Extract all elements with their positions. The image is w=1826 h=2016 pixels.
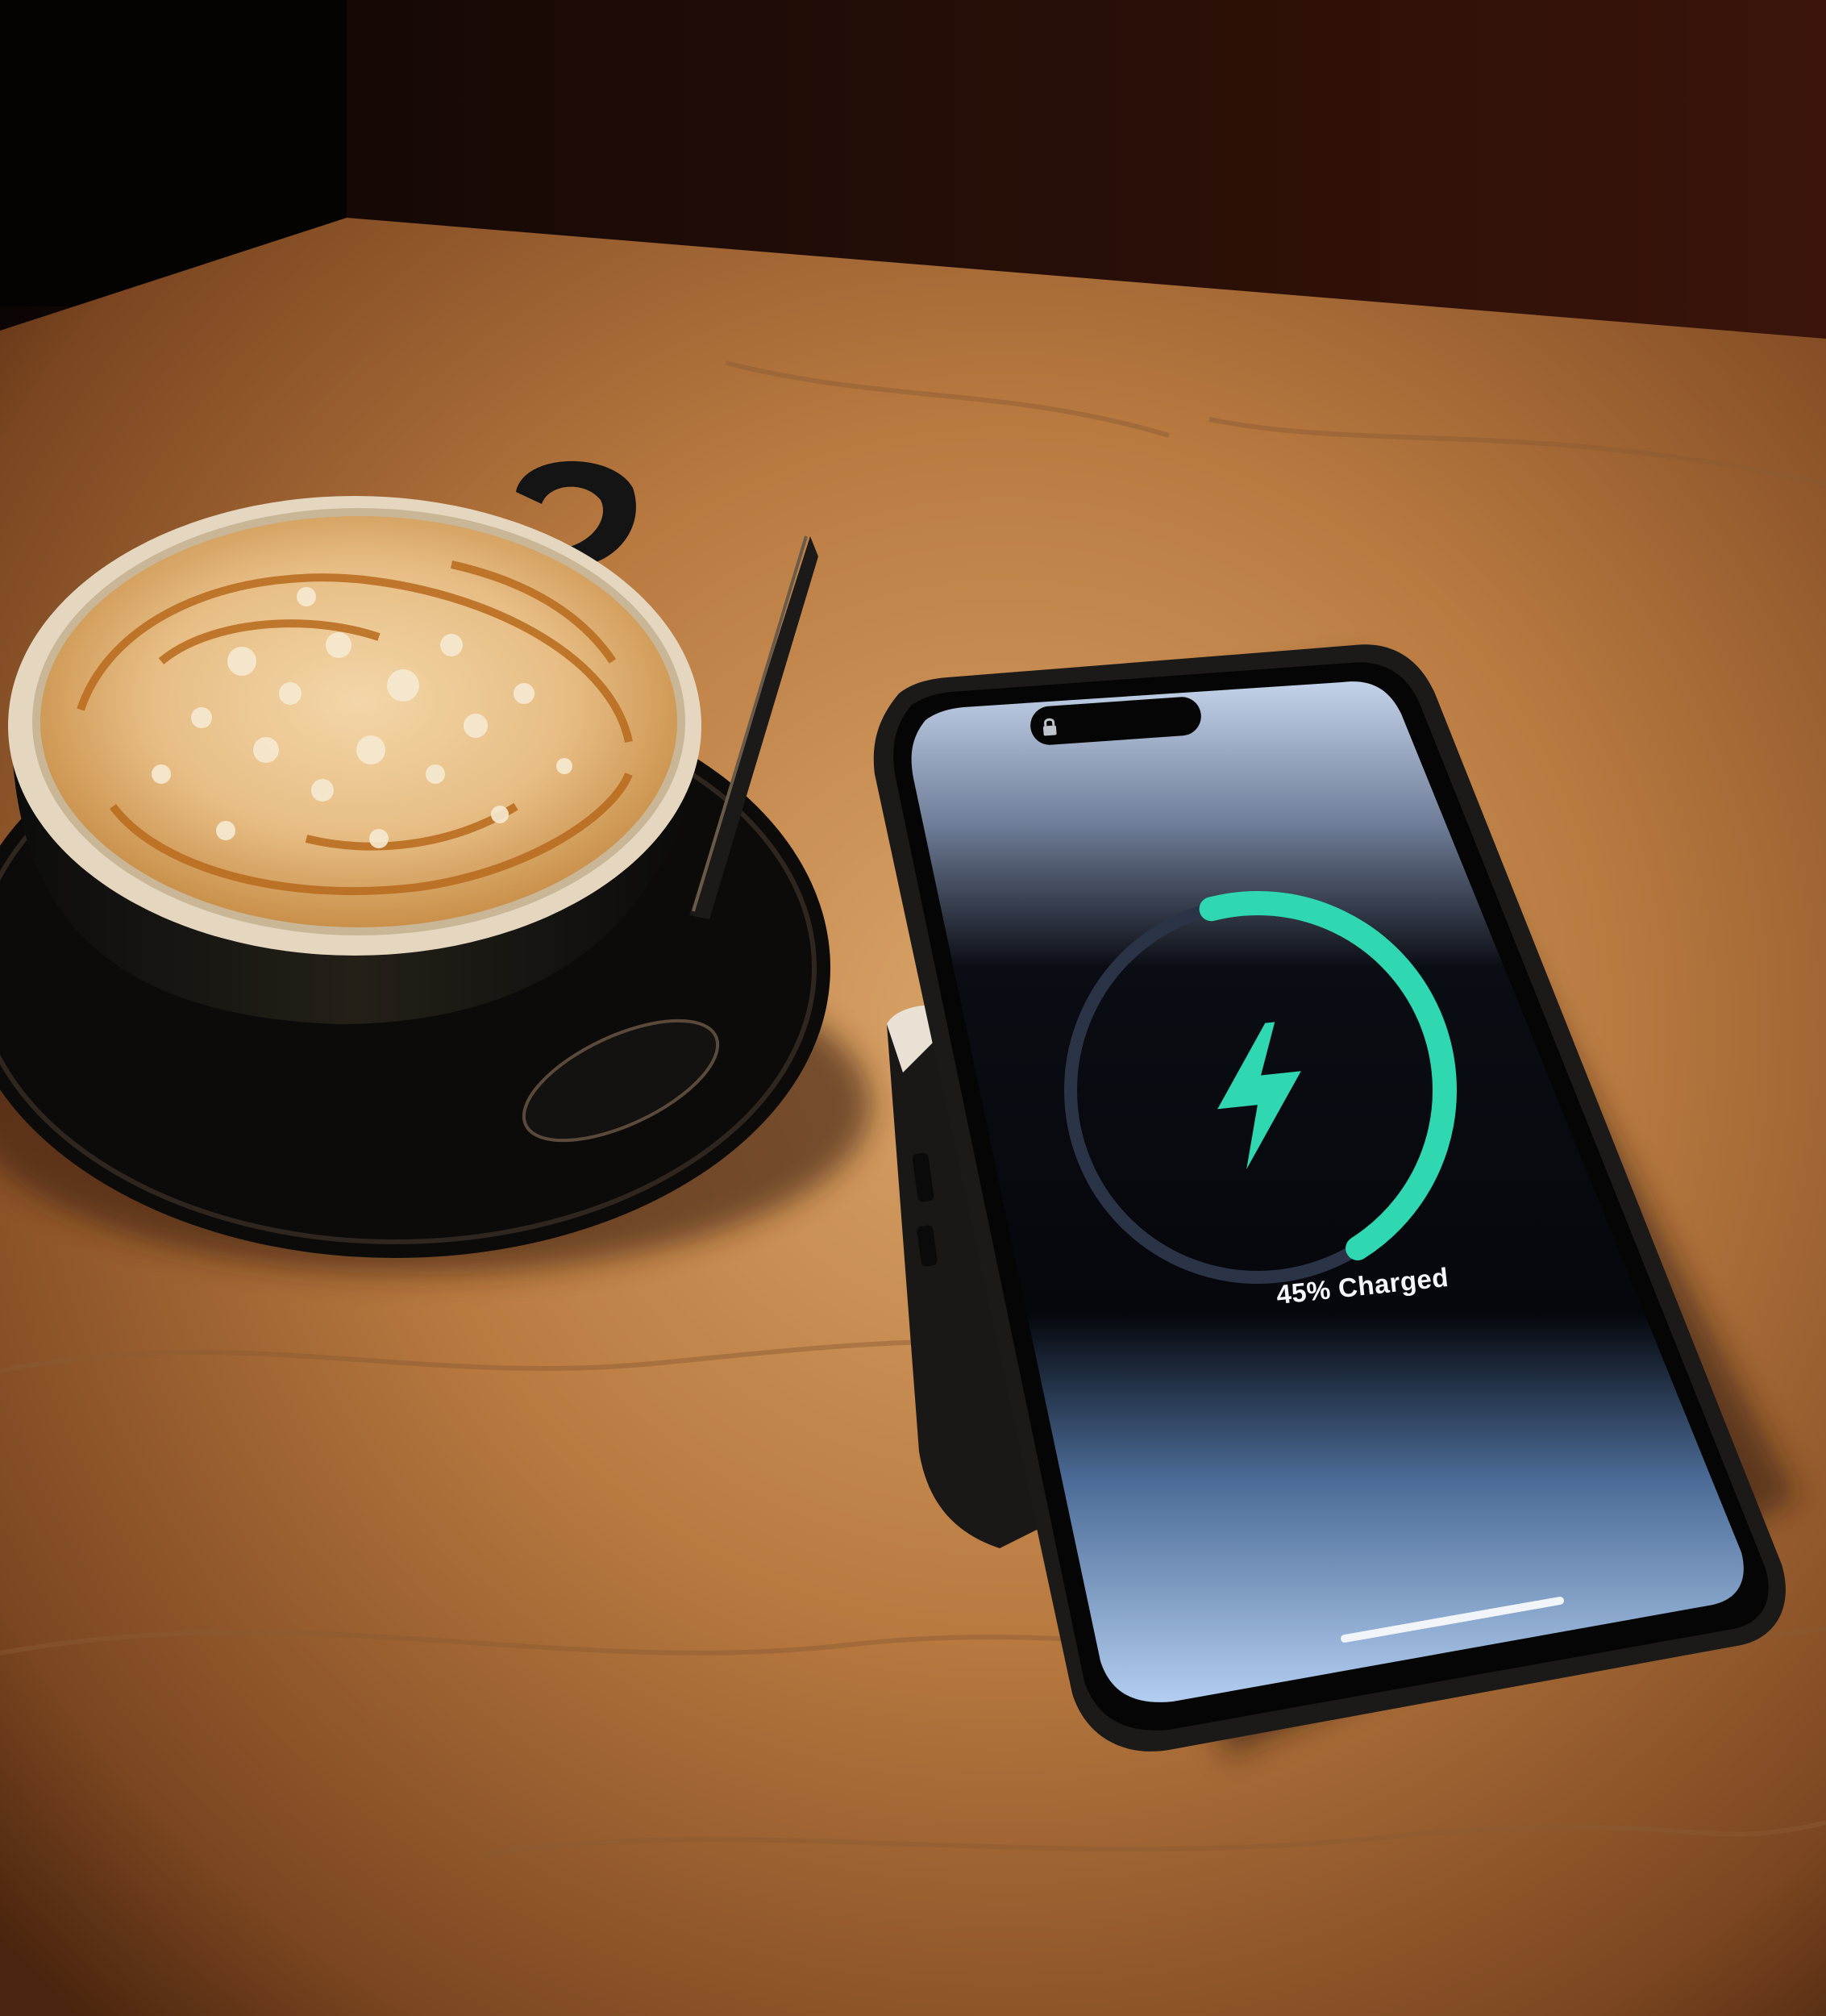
photo-scene [0, 0, 1826, 2016]
